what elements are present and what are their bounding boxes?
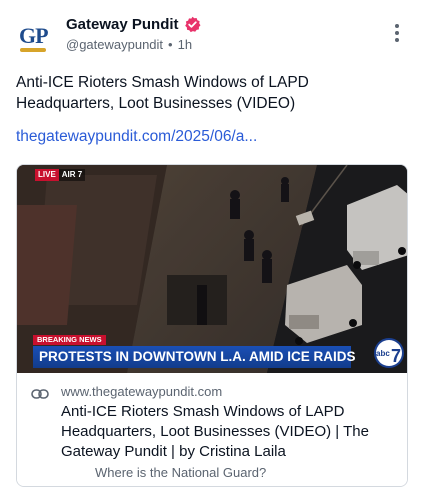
link-preview-card[interactable]: LIVE AIR 7 BREAKING NEWS PROTESTS IN DOW… [16, 164, 408, 487]
author-name[interactable]: Gateway Pundit [66, 16, 179, 33]
avatar[interactable]: GP [16, 18, 54, 56]
handle-row: @gatewaypundit • 1h [66, 37, 192, 52]
breaking-news-label: BREAKING NEWS [33, 335, 106, 345]
avatar-logo-text: GP [19, 23, 49, 48]
post-link[interactable]: thegatewaypundit.com/2025/06/a... [16, 128, 257, 146]
live-label: LIVE [35, 169, 59, 181]
news-chyron: PROTESTS IN DOWNTOWN L.A. AMID ICE RAIDS [33, 346, 356, 368]
svg-text:abc: abc [376, 349, 390, 358]
air-label: AIR 7 [58, 169, 86, 181]
author-handle[interactable]: @gatewaypundit [66, 37, 163, 52]
post-time[interactable]: 1h [178, 37, 192, 52]
separator-dot: • [168, 37, 173, 52]
preview-title[interactable]: Anti-ICE Rioters Smash Windows of LAPD H… [61, 402, 399, 462]
post-text: Anti-ICE Rioters Smash Windows of LAPD H… [16, 74, 309, 112]
author-row: Gateway Pundit [66, 16, 201, 33]
preview-description: Where is the National Guard? [95, 465, 267, 480]
social-post: GP Gateway Pundit @gatewaypundit • 1h An… [0, 0, 424, 500]
preview-image[interactable]: LIVE AIR 7 BREAKING NEWS PROTESTS IN DOW… [17, 165, 407, 373]
avatar-swoosh [20, 48, 46, 52]
svg-text:7: 7 [391, 346, 401, 366]
live-badge: LIVE AIR 7 [35, 169, 86, 181]
preview-domain: www.thegatewaypundit.com [61, 384, 223, 399]
preview-body: www.thegatewaypundit.com Anti-ICE Rioter… [17, 373, 407, 486]
link-icon [31, 387, 49, 399]
verified-badge-icon [184, 16, 201, 33]
abc7-logo: abc 7 [373, 337, 405, 369]
more-vertical-icon[interactable] [392, 24, 402, 46]
